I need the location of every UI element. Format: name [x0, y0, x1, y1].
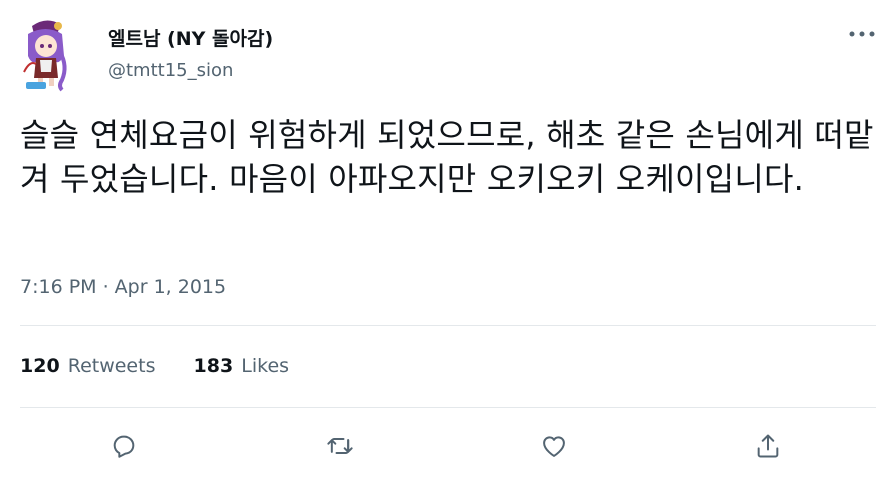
retweets-label: Retweets	[67, 355, 156, 377]
reply-button[interactable]	[102, 424, 146, 468]
avatar[interactable]	[18, 16, 74, 92]
avatar-image	[23, 20, 67, 92]
action-bar	[0, 424, 894, 468]
more-icon	[849, 31, 875, 37]
share-button[interactable]	[746, 424, 790, 468]
display-name[interactable]: 엘트남 (NY 돌아감)	[108, 24, 273, 51]
divider	[20, 407, 876, 408]
retweet-button[interactable]	[318, 424, 362, 468]
retweets-count: 120	[20, 355, 60, 377]
reply-icon	[113, 435, 135, 458]
likes-label: Likes	[241, 355, 290, 377]
like-button[interactable]	[532, 424, 576, 468]
heart-icon	[543, 436, 565, 457]
handle[interactable]: @tmtt15_sion	[108, 60, 233, 81]
retweets-stat[interactable]: 120 Retweets	[20, 355, 155, 377]
tweet-text: 슬슬 연체요금이 위험하게 되었으므로, 해초 같은 손님에게 떠맡겨 두었습니…	[20, 116, 874, 198]
timestamp[interactable]: 7:16 PM · Apr 1, 2015	[20, 276, 226, 298]
tweet-card: 엘트남 (NY 돌아감) @tmtt15_sion 슬슬 연체요금이 위험하게 …	[0, 0, 894, 499]
retweet-icon	[327, 438, 353, 454]
engagement-stats: 120 Retweets 183 Likes	[20, 355, 321, 377]
likes-count: 183	[193, 355, 234, 377]
likes-stat[interactable]: 183 Likes	[194, 355, 290, 377]
share-icon	[757, 434, 779, 458]
divider	[20, 325, 876, 326]
more-button[interactable]	[846, 24, 878, 44]
